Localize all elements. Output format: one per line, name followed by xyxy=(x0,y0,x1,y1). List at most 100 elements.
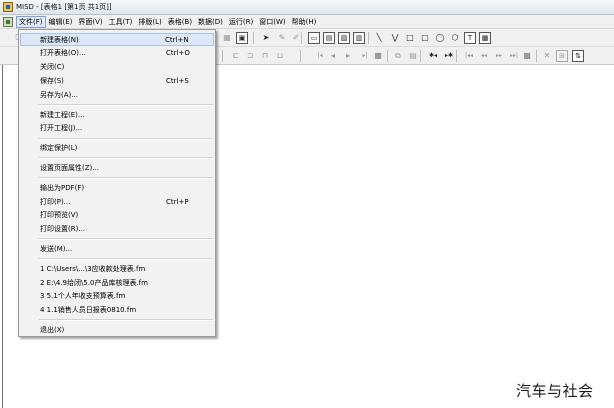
file-menu-item[interactable]: 1 C:\Users\...\3应收款处理表.fm xyxy=(20,262,214,275)
field-icon[interactable]: ▧ xyxy=(338,32,350,44)
rounded-rectangle-icon[interactable]: ▢ xyxy=(419,32,431,44)
select-pointer-icon[interactable]: ➤ xyxy=(260,32,272,44)
file-menu-item-label: 关闭(C) xyxy=(40,63,65,72)
file-menu-item[interactable]: 关闭(C) xyxy=(20,61,214,74)
file-menu-item-label: 退出(X) xyxy=(40,325,65,334)
menu-tools[interactable]: 工具(T) xyxy=(106,16,136,28)
file-menu-item-shortcut: Ctrl+P xyxy=(166,197,189,206)
insert-row-after-icon[interactable]: ▸✱ xyxy=(441,50,457,62)
file-menu-item-label: 保存(S) xyxy=(40,76,64,85)
prev-record-icon[interactable]: ◂ xyxy=(327,50,339,62)
rectangle-icon[interactable]: □ xyxy=(404,32,416,44)
file-menu-item-label: 打开表格(O)... xyxy=(40,49,86,58)
next-record-icon[interactable]: ▸ xyxy=(342,50,354,62)
file-menu-dropdown: 新建表格(N) Ctrl+N 打开表格(O)... Ctrl+O 关闭(C) 保存(S) C… xyxy=(18,29,216,337)
ellipse-icon[interactable]: ◯ xyxy=(434,32,446,44)
distribute-icon[interactable]: ⊔ xyxy=(274,50,286,62)
file-menu-item-label: 打印预览(V) xyxy=(40,211,79,220)
menu-window[interactable]: 窗口(W) xyxy=(256,16,288,28)
toolbar-separator xyxy=(420,50,421,62)
polyline-icon[interactable]: ⋁ xyxy=(389,32,401,44)
pen-icon[interactable]: ✎ xyxy=(276,32,288,44)
file-menu-item-label: 3 5.1个人年收支预算表.fm xyxy=(40,292,126,301)
canvas-left-border xyxy=(2,65,3,408)
insert-row-before-icon[interactable]: ✱◂ xyxy=(425,50,441,62)
file-menu-item[interactable]: 新建表格(N) Ctrl+N xyxy=(20,33,214,46)
document-system-menu-icon[interactable] xyxy=(3,16,13,27)
file-menu-item-shortcut: Ctrl+N xyxy=(165,35,189,44)
save-record-icon[interactable]: ■ xyxy=(521,50,533,62)
file-menu-item-label: 4 1.1销售人员日报表0810.fm xyxy=(40,306,137,315)
file-menu-item[interactable]: 保存(S) Ctrl+S xyxy=(20,74,214,87)
polygon-icon[interactable]: ⬡ xyxy=(449,32,461,44)
insert-table-icon[interactable]: ▦ xyxy=(221,32,233,44)
file-menu-item[interactable]: 输出为PDF(F) xyxy=(20,181,214,194)
file-menu-separator xyxy=(39,157,213,160)
align-left-icon[interactable]: ⊏ xyxy=(230,50,242,62)
first-record-icon[interactable]: |◂ xyxy=(312,50,328,62)
file-menu-item-shortcut: Ctrl+S xyxy=(166,76,189,85)
insert-image-icon[interactable]: ▣ xyxy=(236,32,248,44)
page-first-icon[interactable]: |◂◂ xyxy=(461,50,477,62)
sort-icon[interactable]: ⊞ xyxy=(556,50,568,62)
toolbar-separator xyxy=(253,32,254,44)
menu-run[interactable]: 运行(R) xyxy=(226,16,256,28)
menu-help[interactable]: 帮助(H) xyxy=(289,16,320,28)
menu-view[interactable]: 界面(V) xyxy=(75,16,105,28)
file-menu-item-label: 输出为PDF(F) xyxy=(40,183,85,192)
sort-az-icon[interactable]: ⇅ xyxy=(572,50,584,62)
text-icon[interactable]: T xyxy=(464,32,476,44)
file-menu-item[interactable]: 绑定保护(L) xyxy=(20,142,214,155)
file-menu-separator xyxy=(39,137,213,140)
menu-bar: 文件(F) 编辑(E) 界面(V) 工具(T) 排版(L) 表格(B) 数据(D… xyxy=(0,15,614,29)
file-menu-item-label: 另存为(A)... xyxy=(40,90,78,99)
stop-record-icon[interactable]: ■ xyxy=(372,50,384,62)
file-menu-item-label: 2 E:\4.9给闭\5.0产品库核理表.fm xyxy=(40,278,148,287)
paste-record-icon[interactable]: ▤ xyxy=(407,50,419,62)
file-menu-item-label: 新建工程(E)... xyxy=(40,110,85,119)
file-menu-item[interactable]: 退出(X) xyxy=(20,323,214,336)
file-menu-separator xyxy=(39,177,213,180)
line-icon[interactable]: ╲ xyxy=(373,32,385,44)
text-box-icon[interactable]: ▭ xyxy=(308,32,320,44)
toolbar-separator xyxy=(387,50,388,62)
align-right-icon[interactable]: ⊓ xyxy=(259,50,271,62)
barcode-icon[interactable]: ▩ xyxy=(479,32,491,44)
copy-record-icon[interactable]: ⧉ xyxy=(392,50,404,62)
file-menu-item[interactable]: 打印(P)... Ctrl+P xyxy=(20,195,214,208)
file-menu-item[interactable]: 发送(M)... xyxy=(20,242,214,255)
file-menu-separator xyxy=(39,238,213,241)
toolbar-separator xyxy=(456,50,457,62)
menu-data[interactable]: 数据(D) xyxy=(195,16,226,28)
grid-field-icon[interactable]: ▥ xyxy=(353,32,365,44)
file-menu-item[interactable]: 3 5.1个人年收支预算表.fm xyxy=(20,290,214,303)
menu-edit[interactable]: 编辑(E) xyxy=(46,16,76,28)
file-menu-item[interactable]: 打开工程(J)... xyxy=(20,122,214,135)
menu-layout[interactable]: 排版(L) xyxy=(135,16,164,28)
file-menu-item[interactable]: 新建工程(E)... xyxy=(20,108,214,121)
file-menu-item[interactable]: 打开表格(O)... Ctrl+O xyxy=(20,47,214,60)
toolbar-separator xyxy=(222,50,223,62)
label-icon[interactable]: ▤ xyxy=(323,32,335,44)
file-menu-item[interactable]: 2 E:\4.9给闭\5.0产品库核理表.fm xyxy=(20,276,214,289)
file-menu-separator xyxy=(39,104,213,106)
toolbar-separator xyxy=(536,50,537,62)
delete-record-icon[interactable]: ✕ xyxy=(541,50,553,62)
last-record-icon[interactable]: ▸| xyxy=(357,50,373,62)
watermark-text: 汽车与社会 xyxy=(516,382,594,400)
align-center-icon[interactable]: ⊐ xyxy=(244,50,256,62)
file-menu-item[interactable]: 另存为(A)... xyxy=(20,88,214,101)
app-logo-icon xyxy=(3,2,13,12)
file-menu-item[interactable]: 打印设置(R)... xyxy=(20,223,214,236)
file-menu-item[interactable]: 打印预览(V) xyxy=(20,209,214,222)
page-last-icon[interactable]: ▸▸| xyxy=(506,50,522,62)
file-menu-item[interactable]: 4 1.1销售人员日报表0810.fm xyxy=(20,304,214,317)
menu-table[interactable]: 表格(B) xyxy=(165,16,195,28)
menu-file[interactable]: 文件(F) xyxy=(16,15,46,28)
title-bar: MISD - [表格1 [第1页 共1页]] xyxy=(0,0,614,15)
toolbar-separator xyxy=(300,50,301,62)
page-next-icon[interactable]: ▸▸ xyxy=(491,50,507,62)
file-menu-item[interactable]: 设置页面属性(Z)... xyxy=(20,161,214,174)
page-prev-icon[interactable]: ◂◂ xyxy=(476,50,492,62)
file-menu-item-label: 发送(M)... xyxy=(40,244,73,253)
